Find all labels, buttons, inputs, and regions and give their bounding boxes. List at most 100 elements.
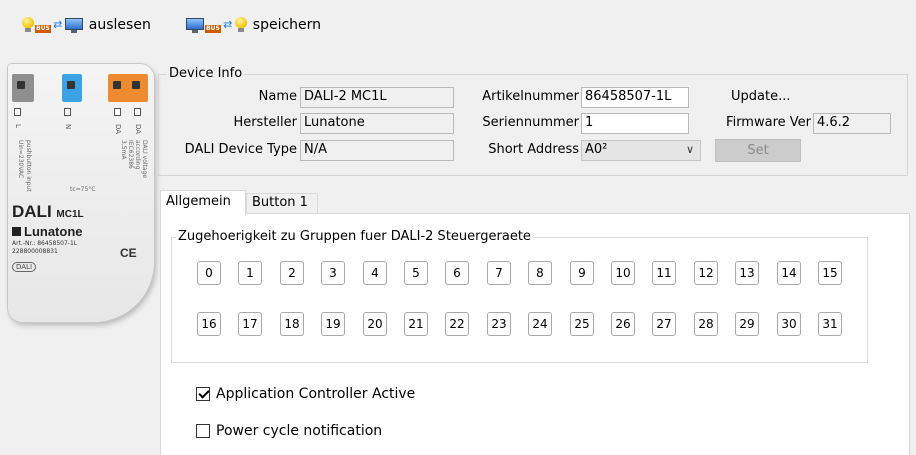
short-address-value: A0² (585, 142, 608, 157)
read-button[interactable]: BUS ⇄ auslesen (22, 12, 151, 38)
transfer-arrows-icon: ⇄ (223, 18, 233, 31)
app-controller-checkbox[interactable] (196, 387, 210, 401)
firmware-label: Firmware Ver (726, 115, 811, 130)
group-button[interactable]: 31 (818, 312, 842, 336)
monitor-icon (186, 17, 204, 33)
read-label: auslesen (88, 17, 151, 33)
group-button[interactable]: 16 (197, 312, 221, 336)
serial-label: Seriennummer (482, 115, 579, 130)
device-maker-name: Lunatone (24, 224, 83, 239)
device-info-title: Device Info (167, 66, 245, 81)
device-type-field[interactable]: N/A (300, 140, 454, 161)
device-text-1: pushbutton input (25, 140, 32, 192)
group-button[interactable]: 6 (445, 261, 469, 285)
device-maker: Lunatone (12, 224, 83, 239)
pin-label-l: L (14, 124, 22, 128)
article-label: Artikelnummer (482, 89, 579, 104)
group-button[interactable]: 26 (611, 312, 635, 336)
bulb-icon (234, 17, 247, 33)
device-text-4: according (134, 140, 141, 170)
pin-label-da2: DA (134, 124, 142, 135)
group-button[interactable]: 22 (445, 312, 469, 336)
group-button[interactable]: 8 (528, 261, 552, 285)
groups-title: Zugehoerigkeit zu Gruppen fuer DALI-2 St… (176, 229, 533, 244)
chevron-down-icon: ∨ (685, 143, 694, 156)
tab-button-1[interactable]: Button 1 (246, 193, 318, 214)
device-model-main: DALI (12, 202, 52, 221)
device-text-2: Uin=230VAC (17, 140, 24, 179)
group-button[interactable]: 20 (363, 312, 387, 336)
bulb-icon (22, 17, 34, 33)
group-button[interactable]: 11 (652, 261, 676, 285)
device-image: L N DA DA pushbutton input Uin=230VAC DA… (8, 64, 154, 322)
device-model-suffix: MC1L (56, 209, 84, 220)
firmware-field[interactable]: 4.6.2 (813, 113, 891, 134)
group-button[interactable]: 27 (652, 312, 676, 336)
group-button[interactable]: 21 (404, 312, 428, 336)
power-cycle-checkbox[interactable] (196, 424, 210, 438)
serial-field[interactable]: 1 (581, 113, 689, 134)
group-button[interactable]: 9 (570, 261, 594, 285)
group-button[interactable]: 28 (694, 312, 718, 336)
certification-logos: DALI (12, 262, 37, 272)
group-button[interactable]: 18 (280, 312, 304, 336)
toolbar: BUS ⇄ auslesen BUS ⇄ speichern (0, 0, 916, 52)
group-button[interactable]: 1 (238, 261, 262, 285)
name-label: Name (258, 89, 297, 104)
group-button[interactable]: 15 (818, 261, 842, 285)
manufacturer-label: Hersteller (233, 115, 297, 130)
group-button[interactable]: 29 (735, 312, 759, 336)
power-cycle-option[interactable]: Power cycle notification (196, 423, 382, 439)
bus-badge: BUS (205, 25, 221, 33)
update-button[interactable]: Update... (731, 89, 790, 104)
device-text-6: 3,5mA (120, 140, 127, 160)
article-field[interactable]: 86458507-1L (581, 87, 689, 108)
group-button[interactable]: 0 (197, 261, 221, 285)
short-address-select[interactable]: A0² ∨ (581, 140, 701, 161)
group-button[interactable]: 13 (735, 261, 759, 285)
terminal-grey (12, 74, 34, 102)
tab-panel-allgemein: Zugehoerigkeit zu Gruppen fuer DALI-2 St… (160, 213, 910, 455)
group-button[interactable]: 2 (280, 261, 304, 285)
group-button[interactable]: 7 (487, 261, 511, 285)
app-controller-option[interactable]: Application Controller Active (196, 386, 415, 402)
manufacturer-field[interactable]: Lunatone (300, 113, 454, 134)
group-button[interactable]: 14 (777, 261, 801, 285)
pin-da2 (134, 108, 141, 116)
save-button[interactable]: BUS ⇄ speichern (186, 12, 321, 38)
group-button[interactable]: 24 (528, 312, 552, 336)
transfer-arrows-icon: ⇄ (53, 18, 63, 31)
set-button[interactable]: Set (715, 139, 801, 162)
app-controller-label: Application Controller Active (216, 386, 416, 402)
group-button[interactable]: 30 (777, 312, 801, 336)
terminal-blue (62, 74, 82, 102)
group-button[interactable]: 4 (363, 261, 387, 285)
group-button[interactable]: 5 (404, 261, 428, 285)
group-button[interactable]: 25 (570, 312, 594, 336)
groups-box: Zugehoerigkeit zu Gruppen fuer DALI-2 St… (171, 229, 868, 363)
device-info-group: Device Info Name DALI-2 MC1L Hersteller … (158, 66, 908, 176)
save-icon: BUS ⇄ (186, 17, 247, 33)
group-button[interactable]: 3 (321, 261, 345, 285)
group-button[interactable]: 10 (611, 261, 635, 285)
group-button[interactable]: 17 (238, 312, 262, 336)
group-button[interactable]: 19 (321, 312, 345, 336)
name-field[interactable]: DALI-2 MC1L (300, 87, 454, 108)
device-text-5: IEC62386 (127, 140, 134, 169)
pin-l (14, 108, 21, 116)
pin-n (64, 108, 71, 116)
device-article: Art.-Nr.: 86458507-1L 228800008831 (12, 240, 77, 256)
short-address-label: Short Address (488, 142, 579, 157)
device-text-3: DALI voltage (141, 140, 148, 179)
pin-label-da1: DA (114, 124, 122, 135)
tab-allgemein[interactable]: Allgemein (160, 190, 246, 216)
ce-mark: CE (120, 246, 137, 260)
device-model: DALI MC1L (12, 202, 84, 222)
group-button[interactable]: 12 (694, 261, 718, 285)
pin-da1 (114, 108, 121, 116)
dali-logo: DALI (12, 262, 37, 272)
device-type-label: DALI Device Type (184, 142, 297, 157)
group-button[interactable]: 23 (487, 312, 511, 336)
bus-badge: BUS (35, 25, 51, 33)
device-serial: 228800008831 (12, 248, 58, 255)
